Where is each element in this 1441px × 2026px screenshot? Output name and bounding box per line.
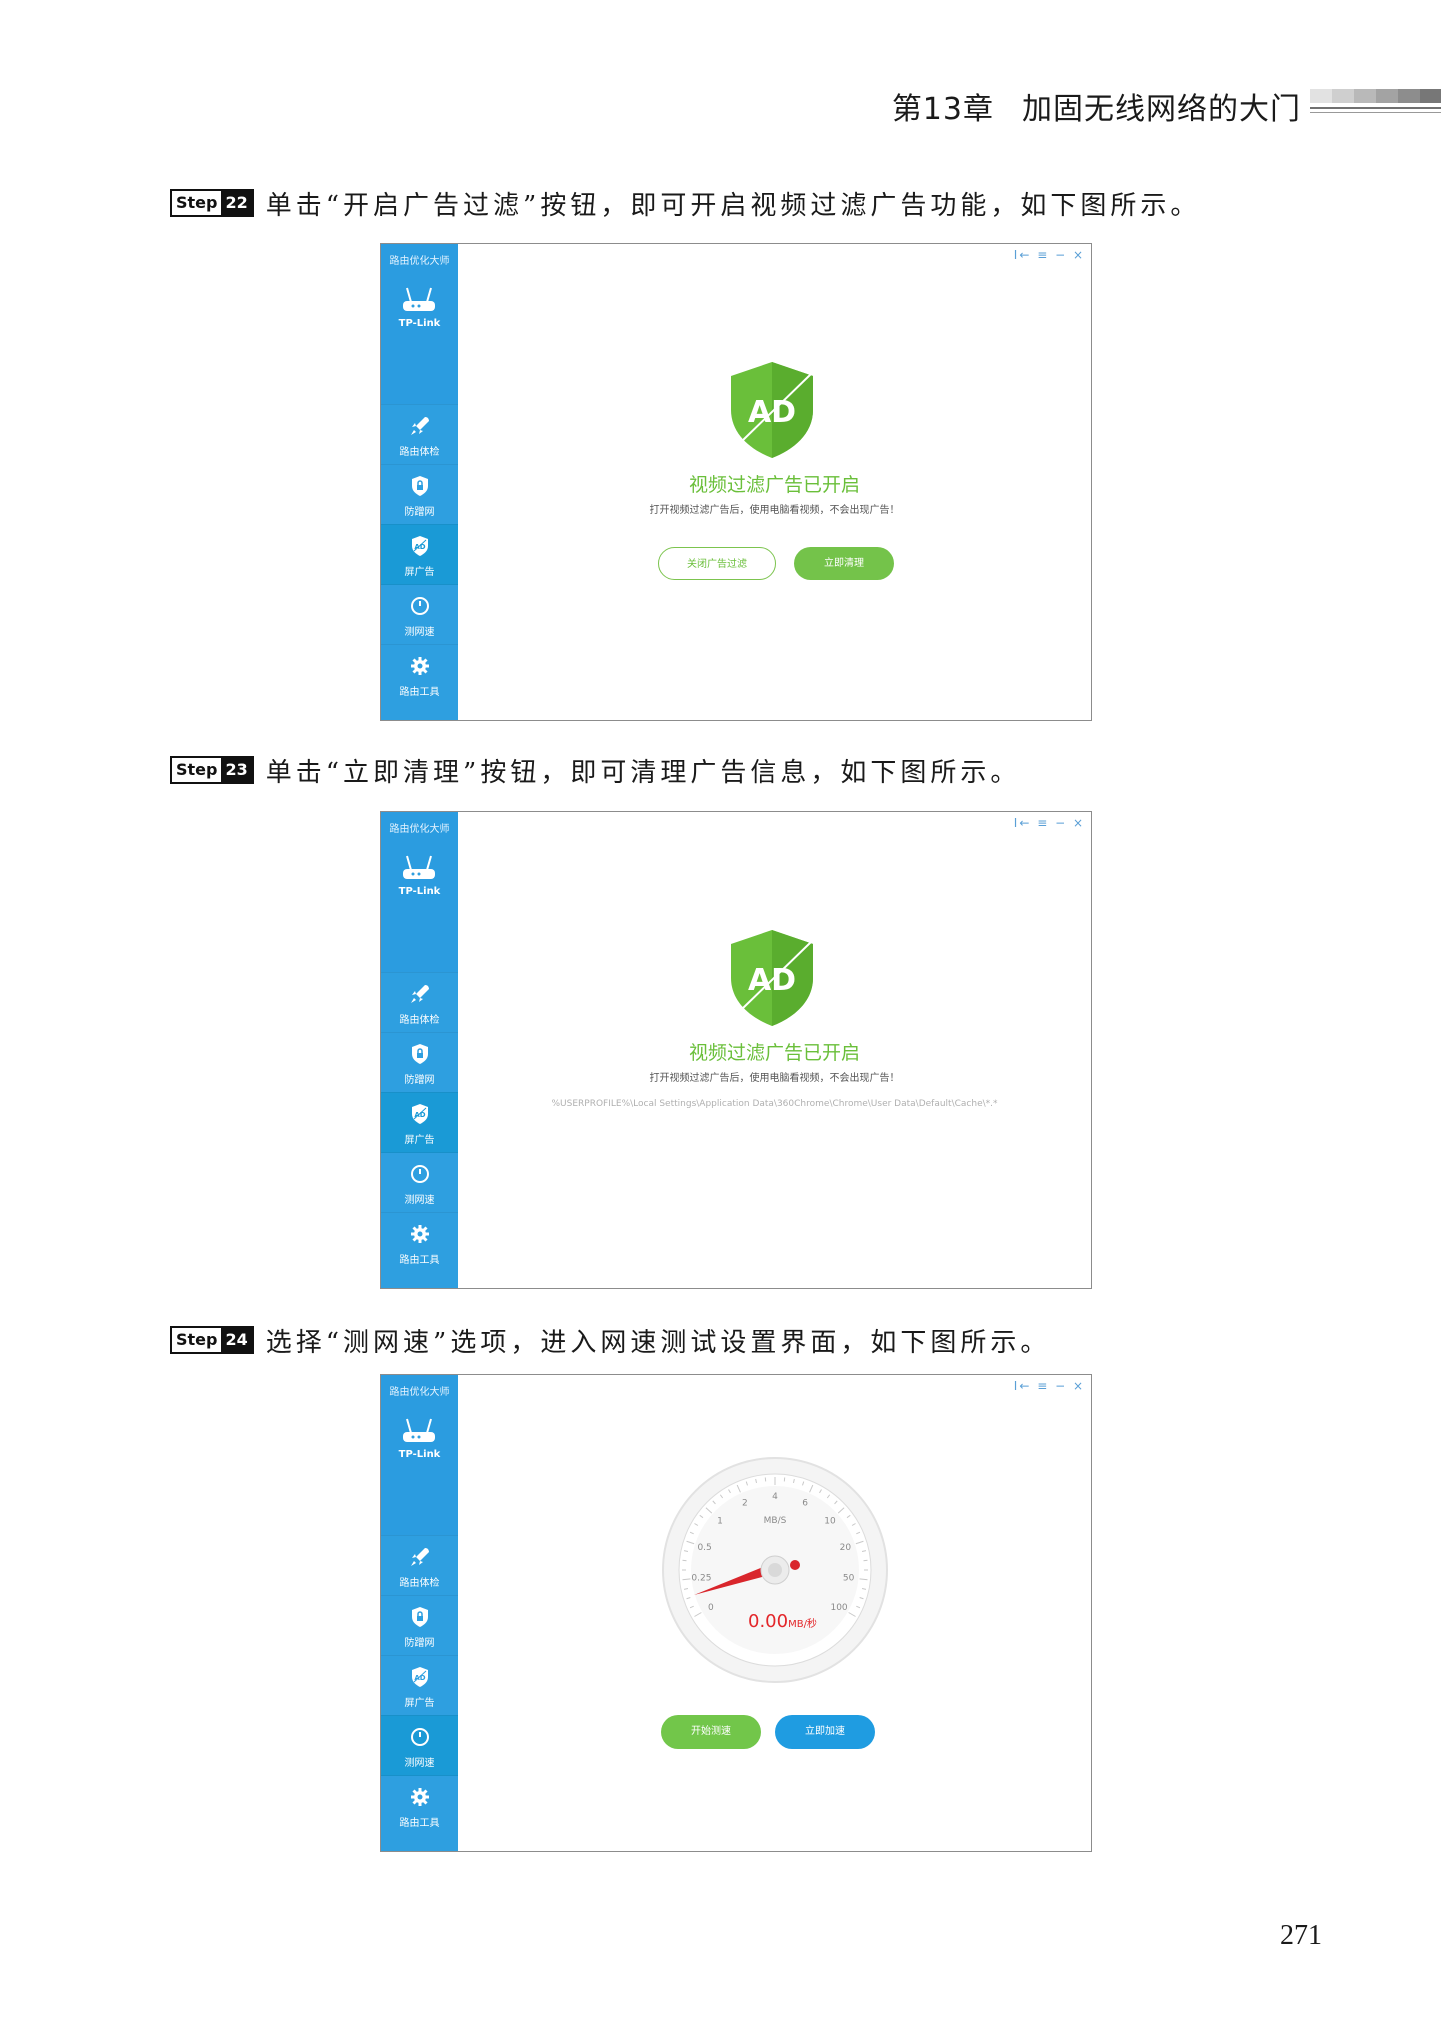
rocket-icon [411, 1548, 429, 1566]
status-description: 打开视频过滤广告后，使用电脑看视频，不会出现广告！ [649, 505, 900, 516]
gear-icon [411, 1225, 429, 1243]
chapter-heading: 第13章 加固无线网络的大门 [892, 84, 1301, 128]
nav-item-antirub[interactable]: 防蹭网 [381, 1032, 458, 1093]
status-title: 视频过滤广告已开启 [688, 1042, 860, 1064]
gauge-tick-label: 2 [742, 1498, 748, 1508]
nav-item-antirub[interactable]: 防蹭网 [381, 1595, 458, 1656]
shield-lock-icon [412, 1044, 428, 1064]
sidebar: 路由优化大师 TP-Link 路由体检 防蹭网 AD 屏广告 测网速 路由工具 [381, 812, 458, 1288]
shield-lock-icon [412, 1607, 428, 1627]
disable-adblock-button[interactable]: 关闭广告过滤 [658, 547, 776, 580]
nav-item-tools[interactable]: 路由工具 [381, 644, 458, 705]
step-text: 单击“立即清理”按钮，即可清理广告信息，如下图所示。 [265, 757, 1021, 788]
nav-item-adblock[interactable]: AD 屏广告 [381, 1092, 458, 1153]
sidebar: 路由优化大师 TP-Link 路由体检 防蹭网 AD 屏广告 测网速 路由工具 [381, 244, 458, 720]
shield-lock-icon [412, 476, 428, 496]
gear-icon [411, 657, 429, 675]
gauge-tick-label: 20 [840, 1543, 852, 1553]
step-23-caption: Step 23 单击“立即清理”按钮，即可清理广告信息，如下图所示。 [170, 750, 1020, 790]
speed-up-button[interactable]: 立即加速 [775, 1715, 875, 1749]
nav-item-adblock[interactable]: AD 屏广告 [381, 524, 458, 585]
app-window-1: 路由优化大师 TP-Link 路由体检 防蹭网 AD 屏广告 测网速 路由工具 … [380, 243, 1092, 721]
content-panel: 0 0.25 0.5 1 2 4 6 10 20 50 100 MB/S 0.00MB/秒 开始测速… [458, 1375, 1091, 1851]
shield-ad-icon: AD [412, 1667, 428, 1687]
chapter-title: 加固无线网络的大门 [1022, 92, 1301, 127]
router-brand: TP-Link [398, 318, 441, 329]
router-icon [403, 855, 435, 879]
gauge-tick-label: 50 [843, 1574, 855, 1584]
app-name: 路由优化大师 [389, 1387, 450, 1398]
speed-readout: 0.00MB/秒 [748, 1611, 817, 1632]
rocket-icon [411, 417, 429, 435]
sidebar: 路由优化大师 TP-Link 路由体检 防蹭网 AD 屏广告 测网速 路由工具 [381, 1375, 458, 1851]
speedometer-icon [411, 597, 429, 615]
content-panel: AD 视频过滤广告已开启 打开视频过滤广告后，使用电脑看视频，不会出现广告！ %… [458, 812, 1091, 1288]
nav-item-tools[interactable]: 路由工具 [381, 1212, 458, 1273]
shield-ad-icon: AD [412, 536, 428, 556]
router-brand: TP-Link [398, 886, 441, 897]
nav-item-tools[interactable]: 路由工具 [381, 1775, 458, 1836]
header-decoration [1310, 89, 1441, 115]
app-window-2: 路由优化大师 TP-Link 路由体检 防蹭网 AD 屏广告 测网速 路由工具 … [380, 811, 1092, 1289]
nav-item-adblock[interactable]: AD 屏广告 [381, 1655, 458, 1716]
router-brand: TP-Link [398, 1449, 441, 1460]
step-badge: Step 24 [170, 1326, 254, 1354]
rocket-icon [411, 985, 429, 1003]
nav-item-check[interactable]: 路由体检 [381, 404, 458, 465]
nav-item-speedtest[interactable]: 测网速 [381, 584, 458, 645]
page-header: 第13章 加固无线网络的大门 [0, 0, 1441, 150]
speedometer-icon [411, 1165, 429, 1183]
status-title: 视频过滤广告已开启 [688, 474, 860, 496]
gauge-tick-label: 4 [772, 1492, 778, 1502]
content-panel: AD 视频过滤广告已开启 打开视频过滤广告后，使用电脑看视频，不会出现广告！ 关… [458, 244, 1091, 720]
gear-icon [411, 1788, 429, 1806]
step-22-caption: Step 22 单击“开启广告过滤”按钮，即可开启视频过滤广告功能，如下图所示。 [170, 183, 1200, 223]
ad-shield-icon: AD [731, 362, 813, 458]
nav-item-antirub[interactable]: 防蹭网 [381, 464, 458, 525]
cleaning-path: %USERPROFILE%\Local Settings\Application… [551, 1099, 998, 1109]
gauge-tick-label: 0 [708, 1603, 714, 1613]
app-name: 路由优化大师 [389, 824, 450, 835]
chapter-number: 第13章 [891, 92, 994, 127]
ad-shield-icon: AD [731, 930, 813, 1026]
start-speedtest-button[interactable]: 开始测速 [661, 1715, 761, 1749]
nav-item-speedtest[interactable]: 测网速 [381, 1152, 458, 1213]
status-description: 打开视频过滤广告后，使用电脑看视频，不会出现广告！ [649, 1073, 900, 1084]
router-icon [403, 1418, 435, 1442]
gauge-tick-label: 10 [824, 1516, 836, 1526]
gauge-tick-label: 100 [830, 1603, 847, 1613]
step-badge: Step 23 [170, 756, 254, 784]
speedometer-icon [411, 1728, 429, 1746]
nav-item-check[interactable]: 路由体检 [381, 1535, 458, 1596]
app-window-3: 路由优化大师 TP-Link 路由体检 防蹭网 AD 屏广告 测网速 路由工具 … [380, 1374, 1092, 1852]
nav-item-check[interactable]: 路由体检 [381, 972, 458, 1033]
step-text: 选择“测网速”选项，进入网速测试设置界面，如下图所示。 [265, 1327, 1051, 1358]
app-name: 路由优化大师 [389, 256, 450, 267]
gauge-tick-label: 6 [802, 1498, 808, 1508]
step-text: 单击“开启广告过滤”按钮，即可开启视频过滤广告功能，如下图所示。 [265, 190, 1201, 221]
gauge-tick-label: 1 [717, 1516, 723, 1526]
speed-gauge: 0 0.25 0.5 1 2 4 6 10 20 50 100 MB/S [662, 1457, 888, 1683]
shield-ad-icon: AD [412, 1104, 428, 1124]
page-number: 271 [1280, 1920, 1322, 1951]
clean-now-button[interactable]: 立即清理 [794, 547, 894, 580]
svg-text:AD: AD [414, 1674, 425, 1682]
nav-item-speedtest[interactable]: 测网速 [381, 1715, 458, 1776]
svg-text:AD: AD [414, 1111, 425, 1119]
step-badge: Step 22 [170, 189, 254, 217]
step-24-caption: Step 24 选择“测网速”选项，进入网速测试设置界面，如下图所示。 [170, 1320, 1050, 1360]
router-icon [403, 287, 435, 311]
gauge-unit: MB/S [764, 1516, 787, 1526]
gauge-tick-label: 0.5 [697, 1543, 711, 1553]
gauge-tick-label: 0.25 [691, 1574, 711, 1584]
svg-text:AD: AD [414, 543, 425, 551]
